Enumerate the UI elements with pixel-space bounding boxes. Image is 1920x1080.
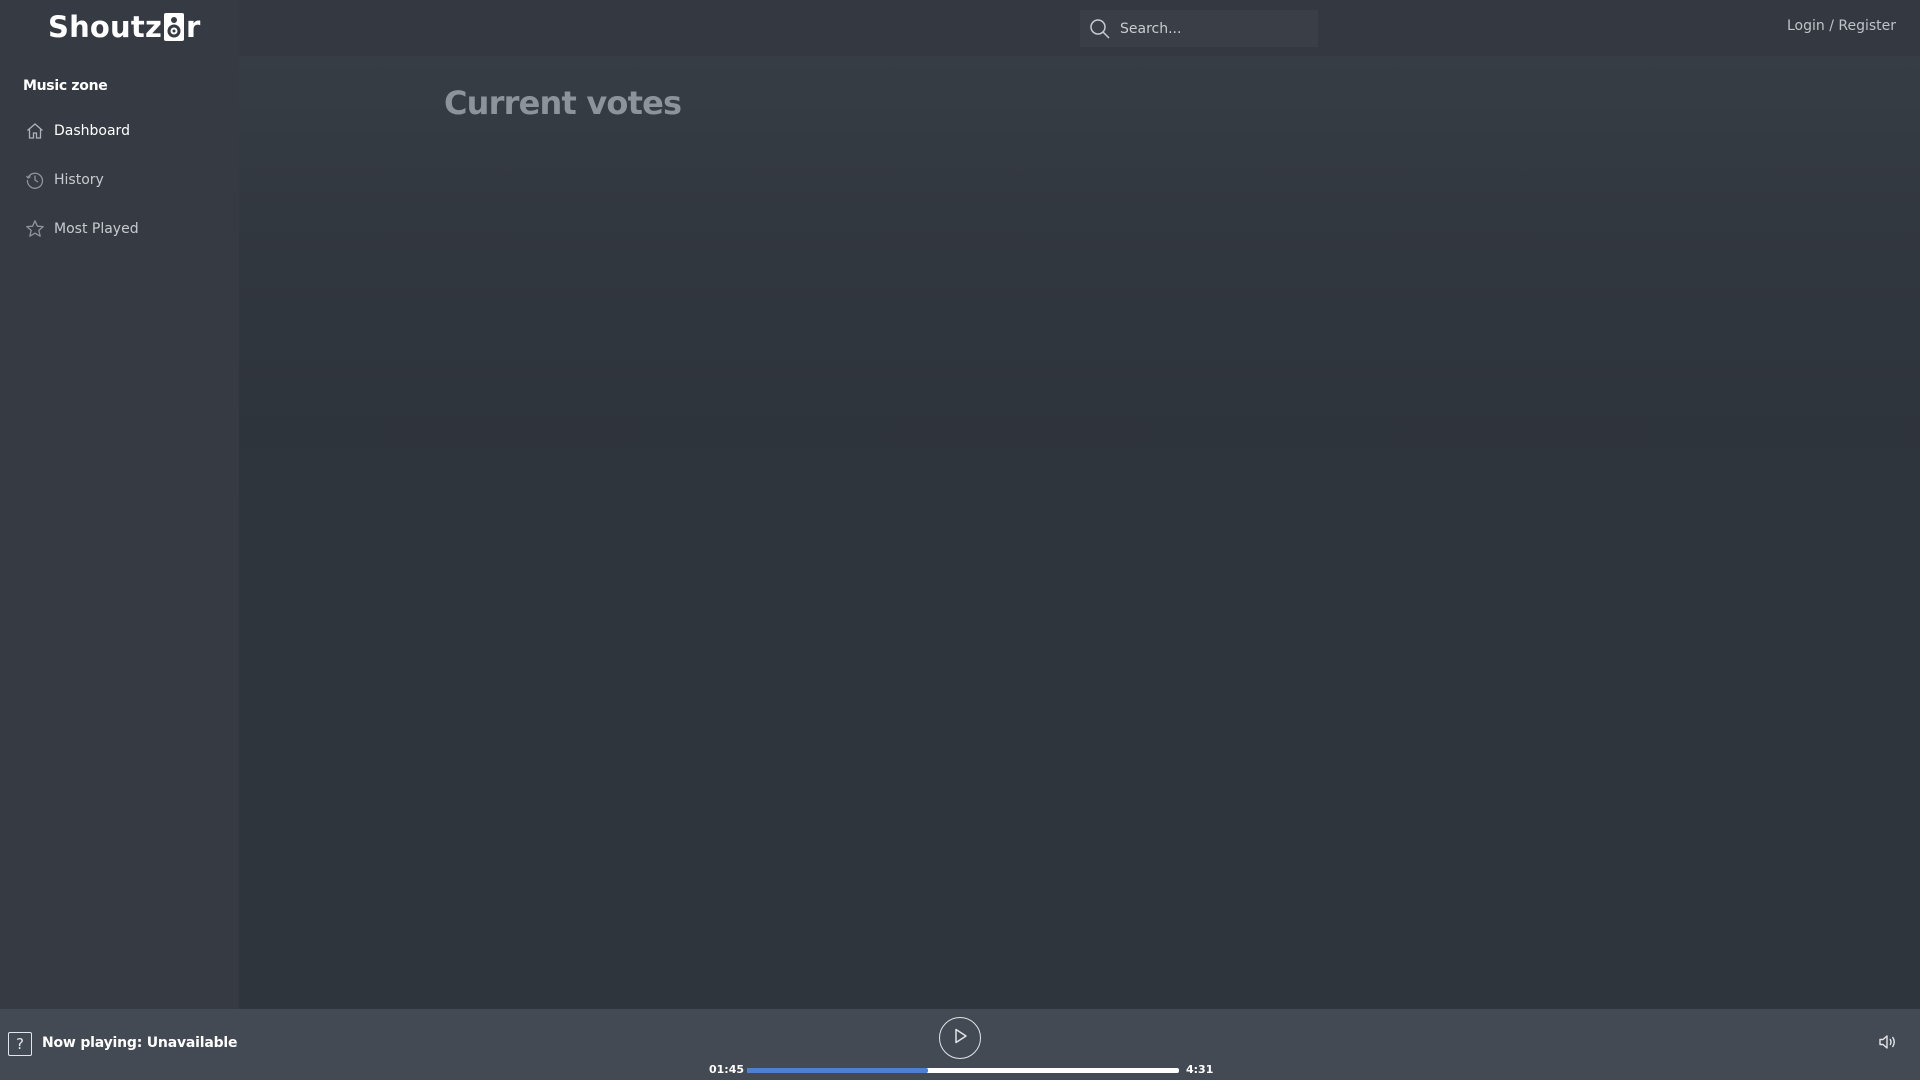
search-box[interactable] bbox=[1080, 10, 1318, 47]
logo-text-end: r bbox=[186, 10, 201, 44]
app-logo[interactable]: Shoutz r bbox=[48, 10, 201, 44]
sidebar: Shoutz r Music zone Dashboard History Mo… bbox=[0, 0, 239, 1009]
progress-fill bbox=[747, 1068, 929, 1073]
section-title-music-zone: Music zone bbox=[23, 78, 108, 94]
history-icon bbox=[24, 169, 46, 191]
sidebar-item-dashboard[interactable]: Dashboard bbox=[24, 117, 130, 145]
sidebar-item-label: Most Played bbox=[54, 221, 139, 237]
total-time: 4:31 bbox=[1186, 1063, 1214, 1076]
play-icon bbox=[951, 1027, 969, 1049]
current-time: 01:45 bbox=[709, 1063, 745, 1076]
sidebar-item-label: History bbox=[54, 172, 104, 188]
sidebar-item-most-played[interactable]: Most Played bbox=[24, 215, 139, 243]
sidebar-item-label: Dashboard bbox=[54, 123, 130, 139]
logo-text-start: Shoutz bbox=[48, 10, 163, 44]
search-input[interactable] bbox=[1118, 19, 1308, 38]
sidebar-item-history[interactable]: History bbox=[24, 166, 104, 194]
main-content: Current votes bbox=[239, 56, 1920, 1009]
volume-button[interactable] bbox=[1876, 1033, 1898, 1055]
home-icon bbox=[24, 120, 46, 142]
top-bar: Login / Register bbox=[239, 0, 1920, 56]
volume-icon bbox=[1877, 1032, 1897, 1056]
progress-bar[interactable] bbox=[747, 1068, 1179, 1073]
now-playing-text: Now playing: Unavailable bbox=[42, 1035, 238, 1051]
question-icon: ? bbox=[8, 1032, 32, 1056]
speaker-icon bbox=[163, 12, 185, 42]
login-register-link[interactable]: Login / Register bbox=[1787, 18, 1896, 34]
search-icon[interactable] bbox=[1088, 17, 1112, 41]
star-icon bbox=[24, 218, 46, 240]
page-title: Current votes bbox=[444, 84, 682, 122]
play-button[interactable] bbox=[939, 1017, 981, 1059]
